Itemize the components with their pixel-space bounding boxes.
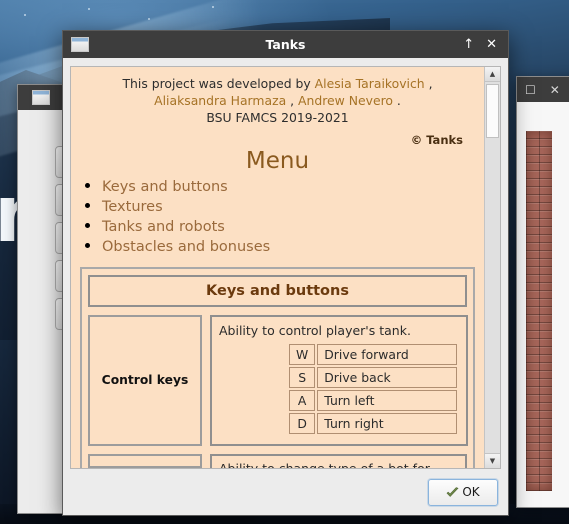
row-description-partial: Ability to change type of a bot for... [219,461,458,468]
credits-separator: , [424,76,433,91]
key-code: S [289,366,316,388]
key-code: W [289,343,316,365]
menu-item-label: Textures [102,198,163,215]
key-action: Turn left [317,389,458,411]
app-icon [71,37,89,52]
table-row: D Turn right [289,412,458,434]
menu-item-label: Keys and buttons [102,178,228,195]
scroll-up-arrow-icon[interactable]: ▲ [485,67,500,82]
scrollbar-thumb[interactable] [486,84,499,138]
row-description: Ability to control player's tank. [219,322,411,338]
menu-item-label: Tanks and robots [102,218,225,235]
check-icon [446,486,459,498]
menu-list-item[interactable]: Keys and buttons [102,176,475,195]
window-icon [32,90,50,105]
screen: n ☐ ✕ ◉ Tanks ↑ [0,0,569,524]
author-link-1[interactable]: Alesia Taraikovich [315,76,425,91]
university-line: BSU FAMCS 2019-2021 [206,110,349,125]
brick-wall-texture [526,131,552,491]
credits-separator: . [392,92,401,108]
game-canvas: ◉ [517,102,569,507]
tanks-help-dialog[interactable]: Tanks ↑ ✕ This project was developed by … [62,30,509,516]
row-content-partial: Ability to change type of a bot for... [210,453,467,468]
dialog-title: Tanks [265,37,306,52]
dialog-footer: OK [63,469,508,515]
key-code: D [289,412,316,434]
menu-heading: Menu [245,147,310,174]
row-label-control-keys: Control keys [88,314,202,446]
menu-list-item[interactable]: Obstacles and bonuses [102,236,475,255]
control-keys-row: Control keys Ability to control player's… [88,314,469,446]
scrollbar-track[interactable] [485,82,500,453]
tanks-game-window[interactable]: ☐ ✕ ◉ [516,76,569,508]
menu-item-label: Obstacles and bonuses [102,238,271,255]
close-button[interactable]: ✕ [486,38,497,51]
table-row: S Drive back [289,366,458,388]
key-action: Turn right [317,412,458,434]
wallpaper-star [24,14,26,16]
vertical-scrollbar[interactable]: ▲ ▼ [484,67,500,468]
key-action: Drive forward [317,343,458,365]
maximize-icon[interactable]: ☐ [525,83,536,97]
key-bindings-table: W Drive forward S Drive back A Turn left… [287,342,459,436]
credits-intro: This project was developed by [122,76,315,91]
wallpaper-star [212,6,214,8]
close-icon[interactable]: ✕ [550,83,560,97]
key-code: A [289,389,316,411]
wallpaper-star [88,8,90,10]
menu-list-item[interactable]: Textures [102,196,475,215]
wallpaper-star [148,18,150,20]
menu-list-item[interactable]: Tanks and robots [102,216,475,235]
credits-paragraph: This project was developed by Alesia Tar… [80,74,475,127]
help-menu-list: Keys and buttons Textures Tanks and robo… [80,176,475,255]
control-keys-content: Ability to control player's tank. W Driv… [210,314,469,446]
section-title: Keys and buttons [88,274,467,307]
credits-separator: , [286,92,299,108]
table-row: A Turn left [289,389,458,411]
author-link-3[interactable]: Andrew Nevero [298,93,393,108]
keys-and-buttons-section: Keys and buttons Control keys Ability to… [80,266,475,468]
dialog-titlebar[interactable]: Tanks ↑ ✕ [63,31,508,58]
row-label-partial [88,453,202,468]
dialog-body: This project was developed by Alesia Tar… [63,58,508,469]
author-link-2[interactable]: Aliaksandra Harmaza [154,93,286,108]
dialog-titlebar-buttons: ↑ ✕ [463,38,508,51]
shade-button[interactable]: ↑ [463,38,474,51]
game-window-titlebar[interactable]: ☐ ✕ [517,77,569,102]
ok-button-label: OK [462,485,480,499]
scroll-down-arrow-icon[interactable]: ▼ [485,453,500,468]
ok-button[interactable]: OK [428,478,498,506]
key-action: Drive back [317,366,458,388]
table-row: W Drive forward [289,343,458,365]
help-content: This project was developed by Alesia Tar… [71,67,484,468]
help-scroll-area[interactable]: This project was developed by Alesia Tar… [70,66,501,469]
copyright-label: © Tanks [410,132,463,147]
next-section-row-partial: Ability to change type of a bot for... [88,453,467,468]
